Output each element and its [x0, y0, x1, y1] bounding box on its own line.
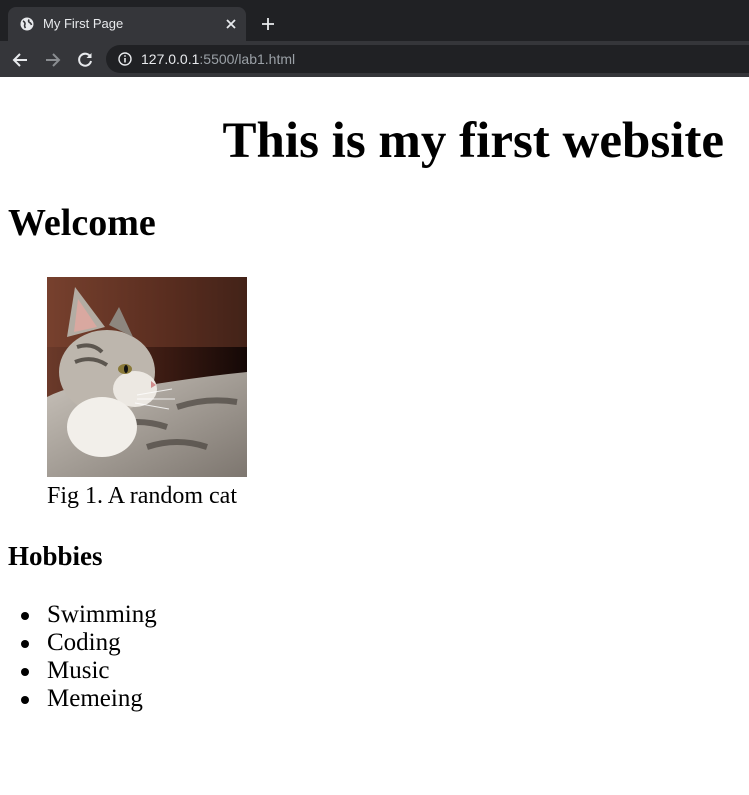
list-item-label: Music [47, 657, 110, 684]
url-path: :5500/lab1.html [199, 51, 296, 67]
cat-image [47, 277, 247, 477]
bullet-icon [21, 640, 29, 648]
welcome-heading: Welcome [8, 202, 156, 244]
hobby-list: Swimming Coding Music Memeing [21, 601, 157, 713]
browser-tab[interactable]: My First Page [8, 7, 246, 41]
list-item: Memeing [21, 685, 157, 713]
forward-arrow-icon[interactable] [44, 51, 62, 69]
globe-icon [20, 17, 34, 31]
reload-icon[interactable] [76, 51, 94, 69]
back-arrow-icon[interactable] [11, 51, 29, 69]
list-item: Music [21, 657, 157, 685]
address-bar[interactable]: 127.0.0.1:5500/lab1.html [106, 45, 749, 73]
url-text[interactable]: 127.0.0.1:5500/lab1.html [141, 51, 295, 67]
tab-strip: My First Page [0, 0, 749, 41]
list-item: Swimming [21, 601, 157, 629]
bullet-icon [21, 612, 29, 620]
browser-toolbar: 127.0.0.1:5500/lab1.html [0, 41, 749, 77]
hobbies-heading: Hobbies [8, 541, 103, 571]
page-title: This is my first website [222, 113, 724, 169]
tab-title: My First Page [43, 16, 124, 31]
figure-caption: Fig 1. A random cat [47, 483, 237, 509]
list-item-label: Swimming [47, 601, 157, 628]
list-item-label: Memeing [47, 685, 143, 712]
url-host: 127.0.0.1 [141, 51, 200, 67]
new-tab-icon[interactable] [260, 16, 276, 32]
list-item-label: Coding [47, 629, 121, 656]
list-item: Coding [21, 629, 157, 657]
info-icon[interactable] [118, 52, 132, 66]
close-icon[interactable] [224, 17, 238, 31]
bullet-icon [21, 696, 29, 704]
bullet-icon [21, 668, 29, 676]
